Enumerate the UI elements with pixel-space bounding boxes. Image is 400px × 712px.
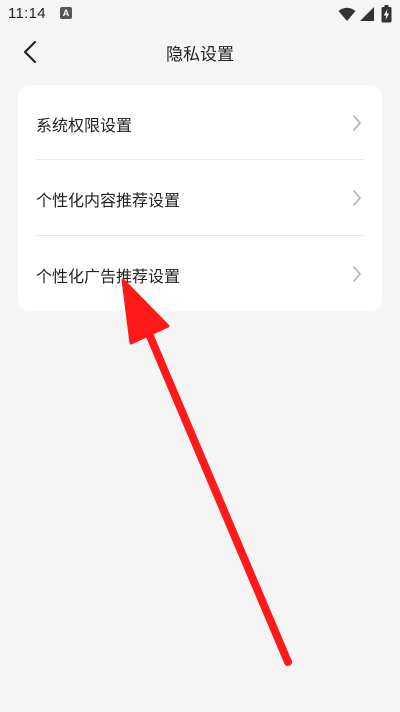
status-bar: 11:14 A bbox=[0, 0, 400, 28]
settings-item-personalized-ads[interactable]: 个性化广告推荐设置 bbox=[36, 236, 364, 311]
settings-item-label: 个性化广告推荐设置 bbox=[36, 267, 181, 286]
chevron-right-icon bbox=[353, 115, 361, 131]
signal-icon bbox=[360, 7, 374, 21]
settings-item-system-permissions[interactable]: 系统权限设置 bbox=[36, 85, 364, 160]
wifi-icon bbox=[338, 7, 356, 21]
status-indicators bbox=[338, 5, 392, 23]
settings-item-label: 系统权限设置 bbox=[36, 116, 133, 135]
settings-item-label: 个性化内容推荐设置 bbox=[36, 191, 181, 210]
chevron-right-icon bbox=[353, 190, 361, 206]
nav-header: 隐私设置 bbox=[0, 28, 400, 76]
chevron-right-icon bbox=[353, 266, 361, 282]
settings-card: 系统权限设置 个性化内容推荐设置 个性化广告推荐设置 bbox=[18, 85, 382, 311]
notification-app-icon: A bbox=[60, 7, 72, 19]
settings-item-personalized-content[interactable]: 个性化内容推荐设置 bbox=[36, 160, 364, 235]
status-time: 11:14 bbox=[8, 5, 46, 22]
page-title: 隐私设置 bbox=[166, 45, 234, 65]
battery-charging-icon bbox=[381, 5, 392, 23]
